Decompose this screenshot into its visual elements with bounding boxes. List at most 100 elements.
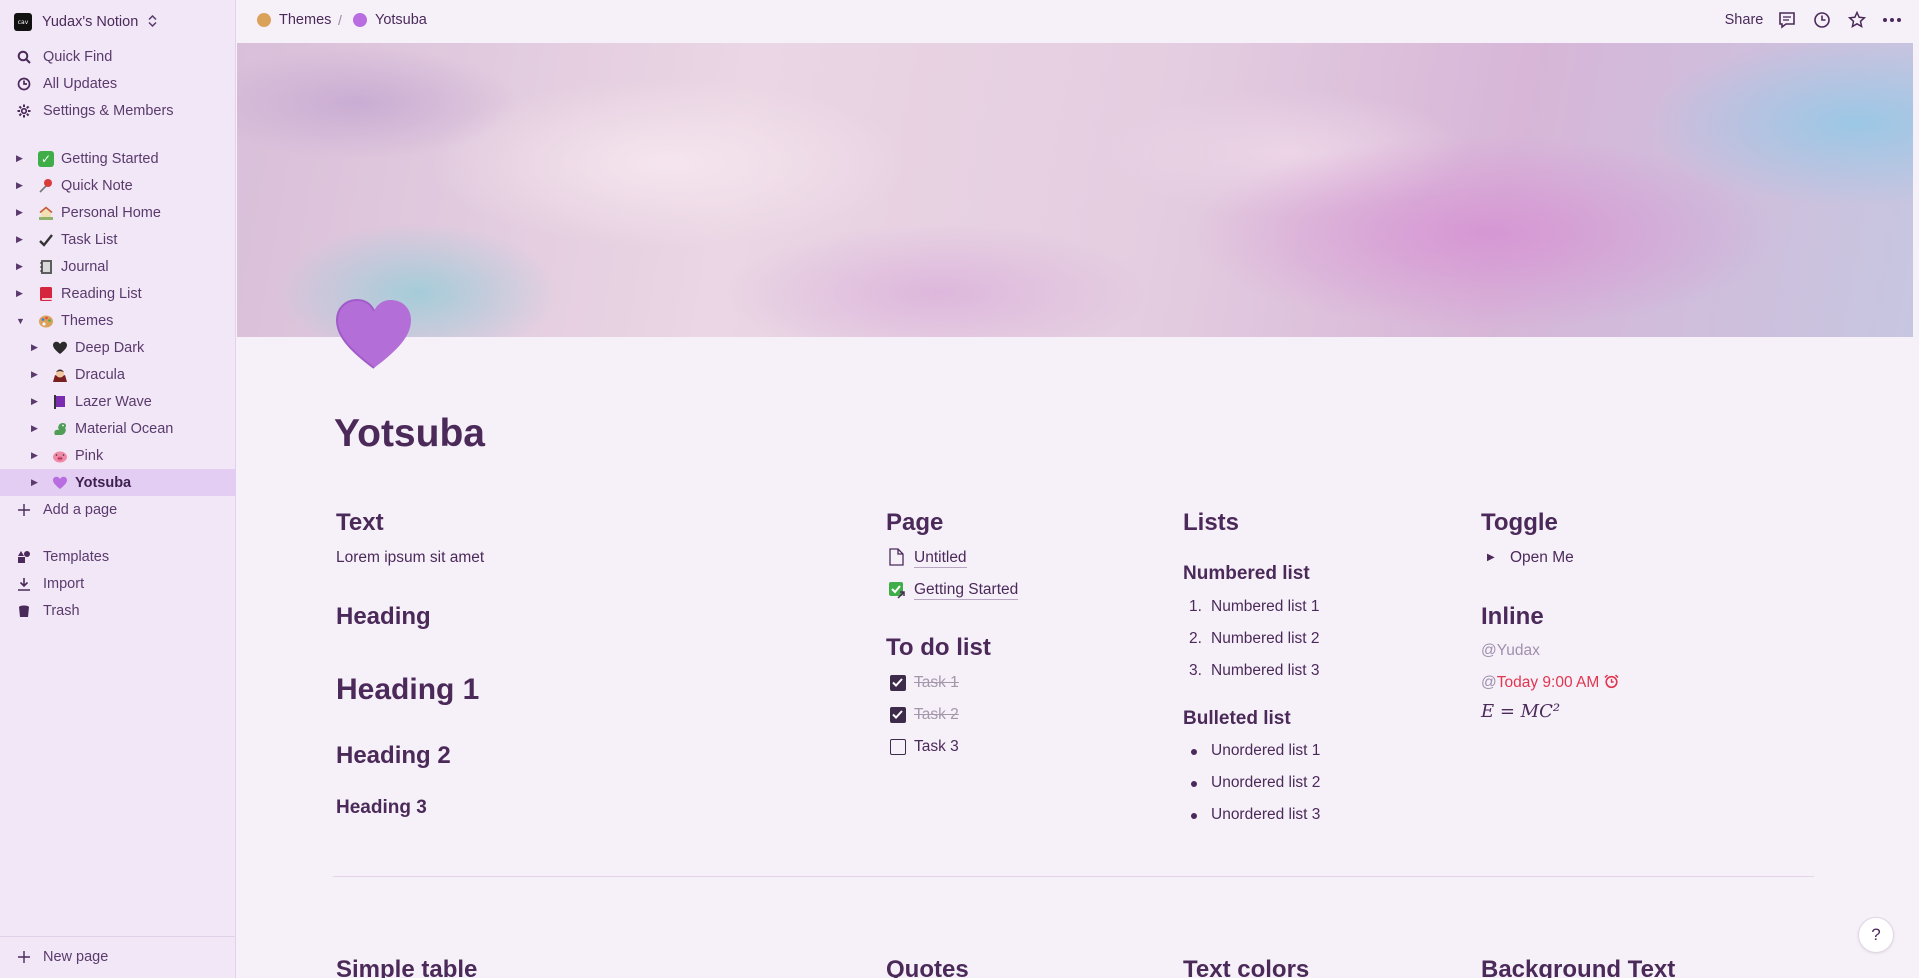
sidebar-page-task-list[interactable]: ▶ Task List [0, 226, 236, 253]
purple-heart-emoji-icon [353, 13, 367, 27]
new-page-button[interactable]: New page [0, 943, 236, 970]
sidebar-page-label: Themes [61, 312, 114, 329]
expand-arrow-icon[interactable]: ▶ [31, 450, 38, 461]
bulleted-list-item: Unordered list 2 [1211, 774, 1321, 791]
expand-arrow-icon[interactable]: ▶ [16, 261, 23, 272]
download-icon [15, 575, 33, 593]
workspace-switcher[interactable]: cav Yudax's Notion [14, 11, 157, 33]
date-mention[interactable]: @Today 9:00 AM [1481, 674, 1619, 694]
expand-arrow-icon[interactable]: ▶ [16, 180, 23, 191]
sidebar-page-deep-dark[interactable]: ▶ Deep Dark [0, 334, 236, 361]
toggle-arrow-icon[interactable]: ▶ [1487, 552, 1495, 563]
expand-arrow-icon[interactable]: ▶ [31, 342, 38, 353]
inline-equation[interactable]: E = MC² [1481, 701, 1560, 722]
sidebar-page-label: Reading List [61, 285, 142, 302]
gear-icon [15, 102, 33, 120]
expand-arrow-icon[interactable]: ▶ [16, 288, 23, 299]
expand-arrow-icon[interactable]: ▶ [31, 396, 38, 407]
sidebar-page-lazer-wave[interactable]: ▶ Lazer Wave [0, 388, 236, 415]
text-section-heading: Text [336, 509, 384, 536]
more-options-icon[interactable] [1874, 8, 1909, 32]
bullet-icon [1191, 781, 1197, 787]
sidebar-page-quick-note[interactable]: ▶ Quick Note [0, 172, 236, 199]
breadcrumb-themes[interactable]: Themes [257, 12, 331, 28]
todo-item-label: Task 2 [914, 706, 959, 723]
todo-checkbox-unchecked[interactable] [890, 739, 906, 755]
expand-arrow-icon[interactable]: ▶ [31, 369, 38, 380]
heading-3: Heading 3 [336, 797, 427, 818]
sidebar-item-templates[interactable]: Templates [0, 543, 236, 570]
date-mention-text: Today 9:00 AM [1496, 674, 1600, 691]
todo-checkbox-checked[interactable] [890, 675, 906, 691]
workspace-name: Yudax's Notion [42, 14, 139, 30]
document-icon [889, 548, 904, 571]
collapse-arrow-icon[interactable]: ▼ [16, 316, 25, 326]
workspace-logo: cav [14, 13, 32, 31]
sidebar-page-pink[interactable]: ▶ Pink [0, 442, 236, 469]
sidebar-page-reading-list[interactable]: ▶ Reading List [0, 280, 236, 307]
breadcrumb-label: Yotsuba [375, 12, 427, 28]
todo-checkbox-checked[interactable] [890, 707, 906, 723]
breadcrumb-yotsuba[interactable]: Yotsuba [353, 12, 427, 28]
user-mention[interactable]: @Yudax [1481, 642, 1540, 660]
sidebar: cav Yudax's Notion Quick Find All Update… [0, 0, 236, 978]
list-number: 3. [1189, 662, 1202, 679]
expand-arrow-icon[interactable]: ▶ [16, 207, 23, 218]
toggle-label[interactable]: Open Me [1510, 549, 1574, 567]
sidebar-item-settings[interactable]: Settings & Members [0, 97, 236, 124]
sidebar-page-material-ocean[interactable]: ▶ Material Ocean [0, 415, 236, 442]
palette-emoji-icon [257, 13, 271, 27]
page-link-untitled[interactable]: Untitled [914, 549, 967, 568]
bulleted-list-item: Unordered list 3 [1211, 806, 1321, 823]
sidebar-item-quick-find[interactable]: Quick Find [0, 43, 236, 70]
sidebar-item-label: Quick Find [43, 48, 113, 65]
trash-icon [15, 602, 33, 620]
purple-heart-icon[interactable] [335, 298, 413, 370]
mention-at-sign: @ [1481, 674, 1497, 691]
expand-arrow-icon[interactable]: ▶ [16, 153, 23, 164]
sidebar-item-import[interactable]: Import [0, 570, 236, 597]
numbered-list-item: Numbered list 1 [1211, 598, 1320, 615]
inline-section-heading: Inline [1481, 603, 1544, 630]
sidebar-item-all-updates[interactable]: All Updates [0, 70, 236, 97]
sidebar-page-yotsuba[interactable]: ▶ Yotsuba [0, 469, 236, 496]
expand-arrow-icon[interactable]: ▶ [31, 423, 38, 434]
page-title[interactable]: Yotsuba [334, 412, 485, 456]
heading-1: Heading 1 [336, 673, 480, 706]
page-cover-image[interactable] [237, 43, 1913, 337]
comments-icon[interactable] [1769, 8, 1804, 32]
heading-label: Heading [336, 603, 431, 630]
sidebar-footer: New page [0, 936, 236, 978]
star-icon[interactable] [1839, 8, 1874, 32]
help-button[interactable]: ? [1858, 917, 1894, 953]
checkmark-emoji-icon [38, 232, 54, 248]
sidebar-item-label: All Updates [43, 75, 118, 92]
sidebar-item-trash[interactable]: Trash [0, 597, 236, 624]
sidebar-page-label: Journal [61, 258, 109, 275]
sidebar-page-getting-started[interactable]: ▶ ✓ Getting Started [0, 145, 236, 172]
add-page-label: Add a page [43, 501, 118, 518]
expand-arrow-icon[interactable]: ▶ [31, 477, 38, 488]
numbered-list-item: Numbered list 3 [1211, 662, 1320, 679]
page-link-getting-started[interactable]: Getting Started [914, 581, 1019, 600]
sidebar-page-journal[interactable]: ▶ Journal [0, 253, 236, 280]
history-icon[interactable] [1804, 8, 1839, 32]
todo-item-label: Task 1 [914, 674, 959, 691]
sidebar-page-personal-home[interactable]: ▶ Personal Home [0, 199, 236, 226]
quotes-heading: Quotes [886, 956, 969, 978]
alarm-clock-icon [1604, 674, 1619, 694]
divider [333, 876, 1814, 877]
dragon-emoji-icon [52, 421, 68, 437]
expand-arrow-icon[interactable]: ▶ [16, 234, 23, 245]
todo-item-label: Task 3 [914, 738, 959, 755]
sidebar-item-label: Templates [43, 548, 110, 565]
todo-section-heading: To do list [886, 634, 991, 661]
share-button[interactable]: Share [1719, 8, 1769, 32]
add-page-button[interactable]: Add a page [0, 496, 236, 523]
sidebar-page-label: Personal Home [61, 204, 161, 221]
lists-section-heading: Lists [1183, 509, 1240, 536]
sidebar-page-dracula[interactable]: ▶ Dracula [0, 361, 236, 388]
book-emoji-icon [38, 286, 54, 302]
sidebar-page-themes[interactable]: ▼ Themes [0, 307, 236, 334]
list-number: 2. [1189, 630, 1202, 647]
